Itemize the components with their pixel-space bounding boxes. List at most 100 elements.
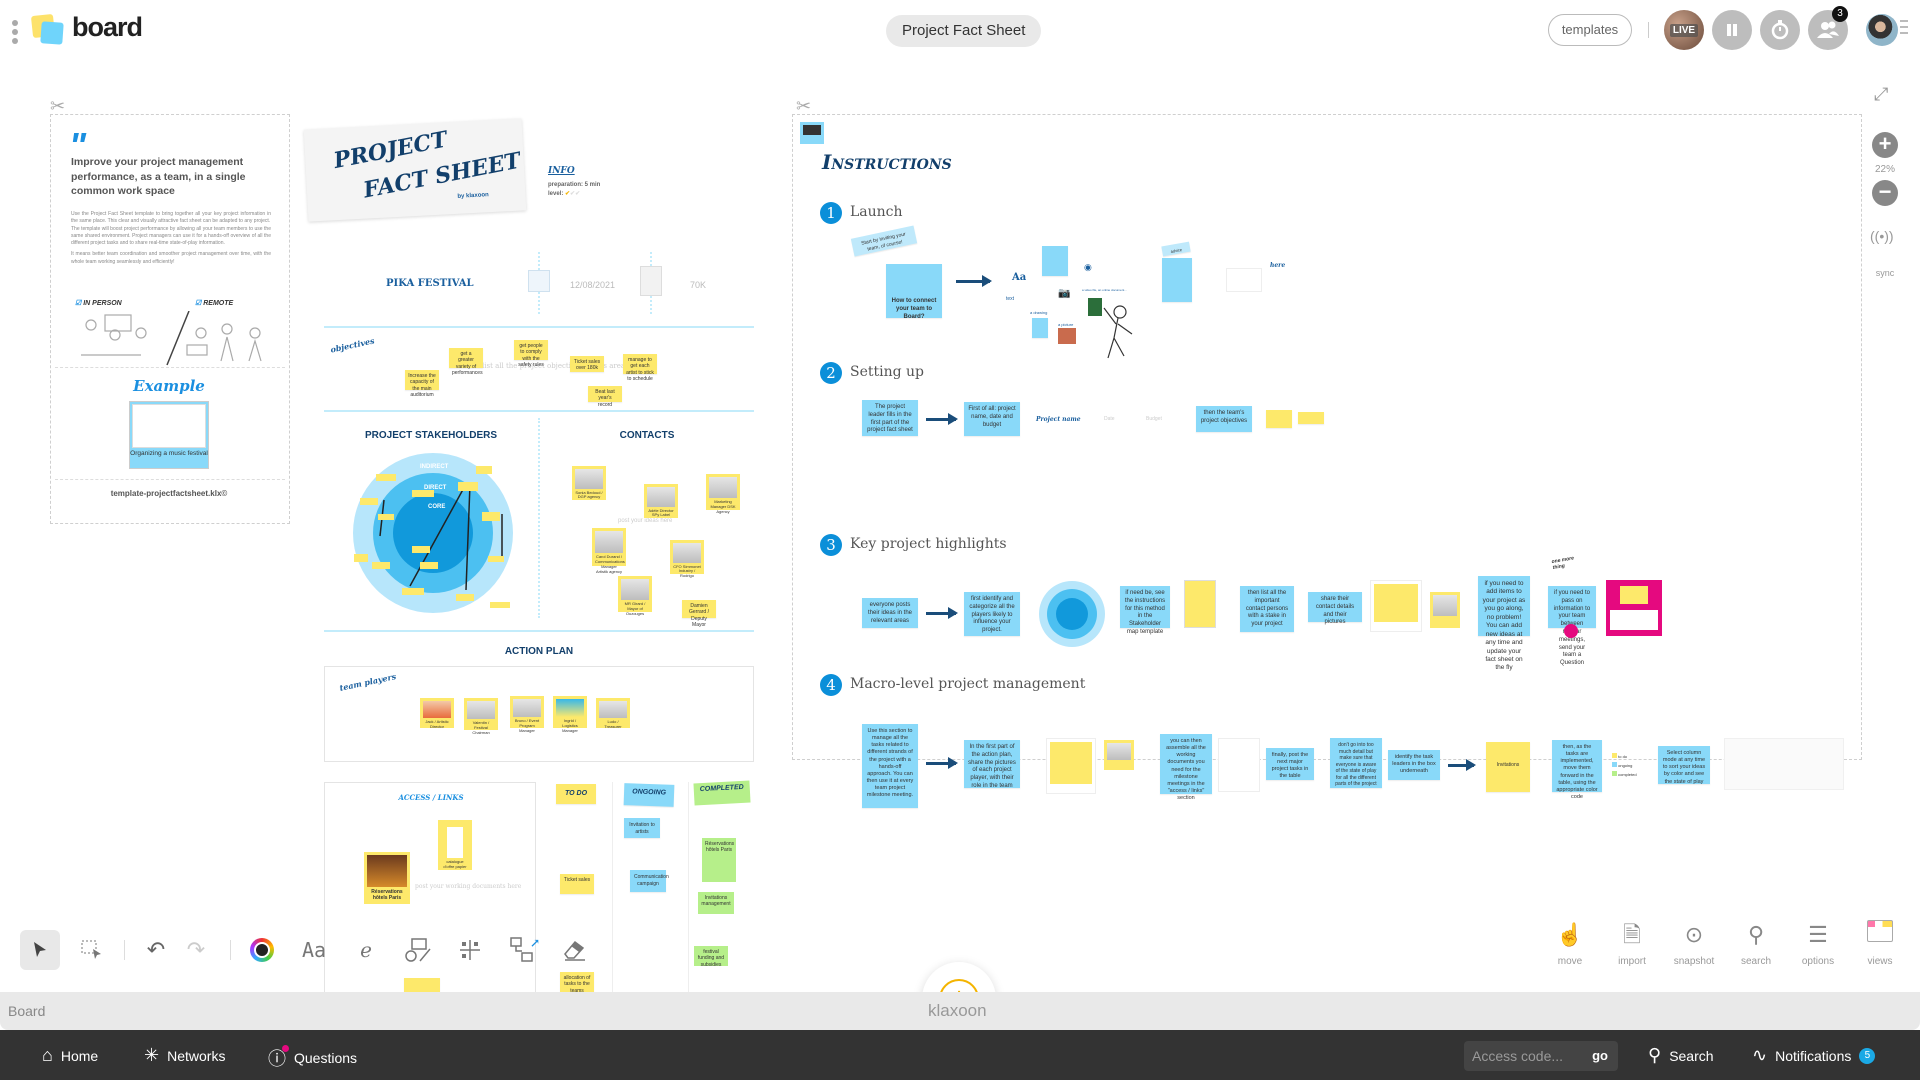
instruction-note[interactable]: identify the task leaders in the box und… — [1388, 750, 1440, 780]
task-card[interactable]: Ticket sales — [560, 874, 594, 894]
instruction-note[interactable]: then the team's project objectives — [1196, 406, 1252, 432]
shapes-tool[interactable] — [398, 930, 438, 970]
team-member-card[interactable]: Ludo / Treasurer — [596, 698, 630, 728]
project-date[interactable]: 12/08/2021 — [570, 280, 615, 290]
question-card[interactable] — [1606, 580, 1662, 636]
team-member-card[interactable]: Jack / Artistic Director — [420, 698, 454, 728]
color-picker[interactable] — [242, 930, 282, 970]
hamburger-menu-icon[interactable] — [1900, 20, 1908, 38]
instruction-note[interactable]: everyone posts their ideas in the releva… — [862, 598, 918, 628]
instructions-frame[interactable] — [792, 114, 1862, 760]
instruction-note[interactable]: then, as the tasks are implemented, move… — [1552, 740, 1602, 800]
intro-card[interactable]: " Improve your project management perfor… — [50, 114, 290, 524]
views-button[interactable]: views — [1852, 920, 1908, 967]
search-button[interactable]: ⚲ search — [1728, 920, 1784, 967]
task-card[interactable]: allocation of tasks to the teams — [560, 972, 594, 992]
instruction-note[interactable]: then list all the important contact pers… — [1240, 586, 1294, 632]
team-member-card[interactable]: Ingrid / Logistics Manager — [553, 696, 587, 733]
instruction-note[interactable]: share their contact details and their pi… — [1308, 592, 1362, 625]
document-card-partial[interactable] — [404, 978, 440, 992]
instruction-note[interactable]: if you need to add items to your project… — [1478, 576, 1530, 671]
zoom-in-button[interactable]: + — [1872, 132, 1898, 158]
column-header-ongoing[interactable]: ONGOING — [623, 783, 675, 807]
instruction-note[interactable]: The project leader fills in the first pa… — [862, 400, 918, 436]
example-thumbnail[interactable]: Organizing a music festival — [129, 401, 209, 469]
zoom-out-button[interactable]: − — [1872, 180, 1898, 206]
objective-sticky[interactable]: manage to get each artist to stick to sc… — [623, 354, 657, 382]
select-tool[interactable] — [20, 930, 60, 970]
task-card[interactable]: Communication campaign — [630, 870, 669, 892]
pause-button[interactable] — [1712, 10, 1752, 50]
instruction-mini-card[interactable] — [1032, 318, 1048, 338]
timer-button[interactable] — [1760, 10, 1800, 50]
objective-sticky[interactable]: Beat last year's record — [588, 386, 622, 408]
nav-networks[interactable]: ✳ Networks — [144, 1045, 225, 1066]
task-card[interactable]: Invitations management — [698, 892, 734, 914]
contact-card[interactable]: Carol Durand / Communications Manager Ar… — [592, 528, 626, 574]
instruction-note[interactable]: don't go into too much detail but make s… — [1330, 738, 1382, 788]
templates-button[interactable]: templates — [1548, 14, 1632, 46]
redo-button[interactable]: ↷ — [176, 930, 216, 970]
contact-card[interactable]: Marketing Manager DSK Agency — [706, 474, 740, 514]
instruction-note[interactable]: finally, post the next major project tas… — [1266, 748, 1314, 780]
instruction-video-card[interactable]: How to connect your team to Board? — [886, 264, 942, 320]
instruction-note[interactable]: first identify and categorize all the pl… — [964, 592, 1020, 636]
instruction-mini-card[interactable] — [1162, 258, 1192, 302]
multi-select-tool[interactable] — [72, 930, 112, 970]
instruction-note[interactable]: In the first part of the action plan, sh… — [964, 740, 1020, 789]
nav-notifications[interactable]: ∿ Notifications 5 — [1752, 1045, 1876, 1066]
nav-questions[interactable]: ⓘ Questions — [268, 1045, 357, 1071]
project-name[interactable]: PIKA FESTIVAL — [386, 278, 474, 289]
objective-sticky[interactable]: Increase the capacity of the main audito… — [405, 370, 439, 398]
video-thumbnail[interactable] — [800, 122, 824, 144]
eraser-tool[interactable] — [554, 930, 594, 970]
instruction-invitations-card[interactable]: Invitations — [1486, 742, 1530, 792]
instruction-note[interactable]: First of all: project name, date and bud… — [964, 402, 1020, 436]
live-button[interactable]: LIVE — [1664, 10, 1704, 50]
stakeholder-template-card[interactable] — [1184, 580, 1216, 628]
access-code-field[interactable]: go — [1464, 1041, 1618, 1071]
task-card[interactable]: Invitation to artists — [624, 818, 660, 838]
document-card[interactable]: Réservations hôtels Paris — [364, 852, 410, 904]
instruction-note[interactable]: Select column mode at any time to sort y… — [1658, 746, 1710, 785]
column-header-completed[interactable]: COMPLETED — [693, 780, 751, 806]
project-budget[interactable]: 70K — [690, 280, 706, 290]
contact-card-mini[interactable] — [1430, 592, 1460, 628]
board-canvas[interactable]: ✂ " Improve your project management perf… — [0, 62, 1920, 992]
nav-search[interactable]: ⚲ Search — [1648, 1045, 1714, 1066]
grid-tool[interactable] — [450, 930, 490, 970]
app-menu-icon[interactable] — [12, 20, 20, 44]
snapshot-button[interactable]: ⊙ snapshot — [1666, 920, 1722, 967]
import-button[interactable]: 🗎 import — [1604, 920, 1660, 967]
draw-tool[interactable]: ℯ — [346, 930, 386, 970]
team-member-card[interactable]: Valentin / Festival Chairman — [464, 698, 498, 735]
team-member-card[interactable]: Bruno / Event Program Manager — [510, 696, 544, 733]
team-member-card-mini[interactable] — [1104, 740, 1134, 770]
add-content-button[interactable]: + — [922, 962, 996, 992]
contact-card[interactable]: MR Girard / Mayor of Ouzouges — [618, 576, 652, 616]
objective-sticky[interactable]: get a greater variety of performances — [449, 348, 483, 376]
instruction-note[interactable]: you can then assemble all the working do… — [1160, 734, 1212, 801]
contact-card[interactable]: Adèle Director SPy Label — [644, 484, 678, 518]
task-card[interactable]: festival funding and subsidies — [694, 946, 728, 968]
task-card[interactable]: Réservations hôtels Paris — [702, 838, 736, 882]
contact-sticky[interactable]: Damien Gerrard / Deputy Mayor — [682, 600, 716, 628]
contact-card[interactable]: Sonia Bedoud / DGP agency — [572, 466, 606, 500]
nav-home[interactable]: ⌂ Home — [42, 1045, 98, 1066]
move-button[interactable]: ☝ move — [1542, 920, 1598, 967]
objective-sticky[interactable]: get people to comply with the safety rul… — [514, 340, 548, 368]
instruction-mini-card[interactable] — [1042, 246, 1068, 276]
undo-button[interactable]: ↶ — [136, 930, 176, 970]
options-button[interactable]: ☰ options — [1790, 920, 1846, 967]
objective-sticky-mini[interactable] — [1266, 410, 1292, 428]
text-tool[interactable]: Aa — [294, 930, 334, 970]
board-title[interactable]: Project Fact Sheet — [886, 15, 1042, 47]
document-card[interactable]: catalogue d'offre papier — [438, 820, 472, 870]
objective-sticky[interactable]: Ticket sales over 180k — [570, 356, 604, 372]
instruction-note[interactable]: Use this section to manage all the tasks… — [862, 724, 918, 808]
sync-icon[interactable]: ((•)) — [1870, 228, 1894, 244]
go-button[interactable]: go — [1592, 1048, 1608, 1063]
instruction-note[interactable]: if you need to pass on information to yo… — [1548, 586, 1596, 666]
contact-card[interactable]: CFO Simmonet Industry / Rodrigo — [670, 540, 704, 578]
access-code-input[interactable] — [1472, 1046, 1582, 1066]
